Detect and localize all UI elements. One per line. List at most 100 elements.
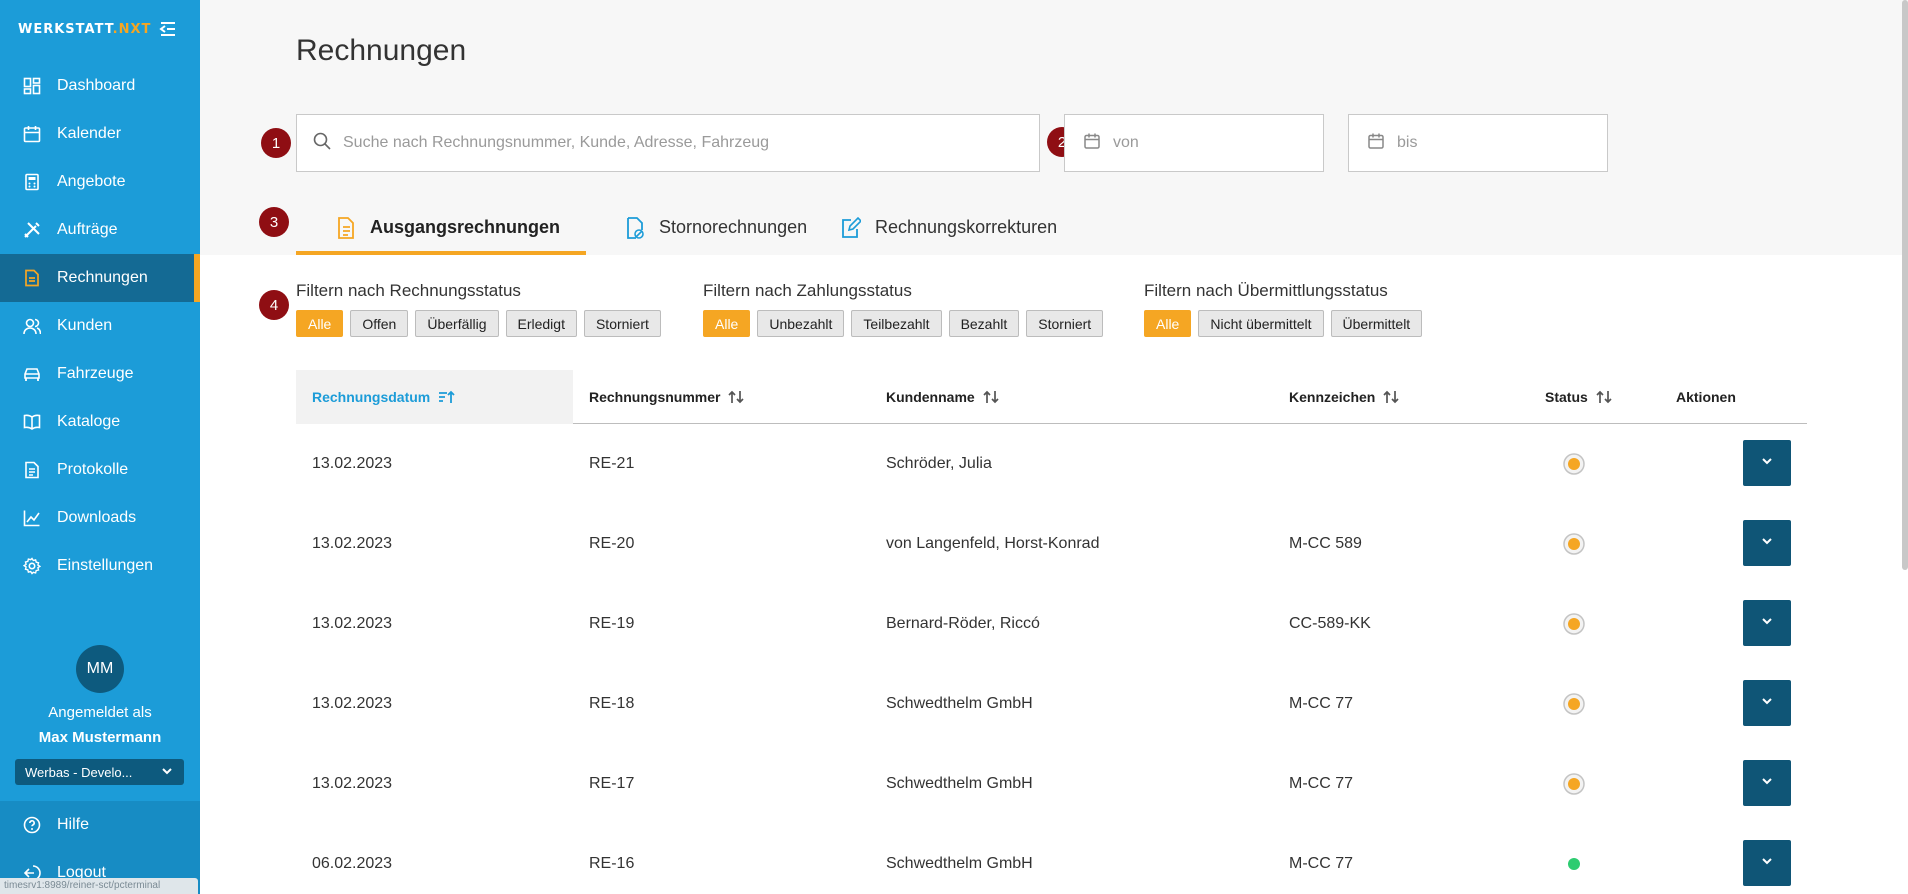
sidebar-item-downloads[interactable]: Downloads bbox=[0, 494, 200, 542]
filter-chip[interactable]: Erledigt bbox=[505, 310, 577, 337]
row-actions-button[interactable] bbox=[1743, 840, 1791, 886]
column-label: Kundenname bbox=[886, 389, 975, 405]
filter-chip[interactable]: Teilbezahlt bbox=[851, 310, 942, 337]
sidebar-item-rechnungen[interactable]: Rechnungen bbox=[0, 254, 200, 302]
invoice-table: Rechnungsdatum Rechnungsnummer Kundennam… bbox=[296, 370, 1807, 894]
cancel-invoice-icon bbox=[625, 216, 645, 239]
filter-chip[interactable]: Storniert bbox=[583, 310, 661, 337]
cell-date: 13.02.2023 bbox=[312, 775, 393, 792]
filter-chip[interactable]: Nicht übermittelt bbox=[1198, 310, 1324, 337]
filter-chip[interactable]: Übermittelt bbox=[1330, 310, 1423, 337]
cell-plate: CC-589-KK bbox=[1289, 615, 1371, 632]
row-actions-button[interactable] bbox=[1743, 680, 1791, 726]
cell-customer: Schröder, Julia bbox=[886, 455, 992, 472]
filter-chip[interactable]: Bezahlt bbox=[948, 310, 1020, 337]
chevron-down-icon bbox=[1761, 694, 1773, 712]
search-icon bbox=[313, 132, 331, 155]
sidebar-item-einstellungen[interactable]: Einstellungen bbox=[0, 542, 200, 590]
table-row[interactable]: 13.02.2023 RE-21 Schröder, Julia bbox=[296, 424, 1807, 504]
tab-rechnungskorrekturen[interactable]: Rechnungskorrekturen bbox=[841, 200, 1081, 255]
tab-stornorechnungen[interactable]: Stornorechnungen bbox=[586, 200, 841, 255]
table-row[interactable]: 13.02.2023 RE-19 Bernard-Röder, Riccó CC-58… bbox=[296, 584, 1807, 664]
sidebar-item-label: Kalender bbox=[57, 125, 122, 142]
sidebar-item-label: Kunden bbox=[57, 317, 113, 334]
column-header-kundenname[interactable]: Kundenname bbox=[886, 370, 999, 424]
sidebar-item-kalender[interactable]: Kalender bbox=[0, 110, 200, 158]
car-icon bbox=[22, 364, 42, 384]
date-to-field[interactable] bbox=[1348, 114, 1608, 172]
collapse-sidebar-icon[interactable] bbox=[156, 17, 180, 41]
sidebar-item-label: Kataloge bbox=[57, 413, 121, 430]
filter-chip[interactable]: Überfällig bbox=[415, 310, 499, 337]
cell-plate: M-CC 77 bbox=[1289, 695, 1354, 712]
brand-logo[interactable]: WERKSTATT.NXT bbox=[18, 18, 151, 40]
filter-chip[interactable]: Alle bbox=[296, 310, 344, 337]
cell-customer: von Langenfeld, Horst-Konrad bbox=[886, 535, 1100, 552]
filter-chip[interactable]: Unbezahlt bbox=[757, 310, 845, 337]
column-label: Rechnungsdatum bbox=[312, 389, 431, 405]
edit-invoice-icon bbox=[841, 216, 861, 239]
tab-label: Rechnungskorrekturen bbox=[875, 217, 1058, 237]
status-open-icon bbox=[1562, 664, 1586, 744]
sidebar-item-label: Fahrzeuge bbox=[57, 365, 134, 382]
filter-chip[interactable]: Offen bbox=[350, 310, 409, 337]
gear-icon bbox=[22, 556, 42, 576]
sidebar-item-kataloge[interactable]: Kataloge bbox=[0, 398, 200, 446]
cell-date: 06.02.2023 bbox=[312, 855, 393, 872]
sort-icon bbox=[1383, 390, 1399, 404]
sidebar-item-fahrzeuge[interactable]: Fahrzeuge bbox=[0, 350, 200, 398]
scrollbar[interactable] bbox=[1902, 0, 1908, 570]
row-actions-button[interactable] bbox=[1743, 440, 1791, 486]
cell-number: RE-19 bbox=[589, 615, 635, 632]
tenant-select[interactable]: Werbas - Develo... bbox=[15, 759, 184, 785]
date-from-input[interactable] bbox=[1113, 134, 1323, 152]
date-to-input[interactable] bbox=[1397, 134, 1607, 152]
step-badge-3: 3 bbox=[259, 207, 289, 237]
sidebar-item-dashboard[interactable]: Dashboard bbox=[0, 62, 200, 110]
step-badge-4: 4 bbox=[259, 290, 289, 320]
cell-number: RE-17 bbox=[589, 775, 635, 792]
column-header-rechnungsnummer[interactable]: Rechnungsnummer bbox=[589, 370, 745, 424]
sidebar-item-kunden[interactable]: Kunden bbox=[0, 302, 200, 350]
sidebar-item-label: Protokolle bbox=[57, 461, 129, 478]
column-header-status[interactable]: Status bbox=[1545, 370, 1612, 424]
sort-icon bbox=[983, 390, 999, 404]
filter-transmission-status: Filtern nach Übermittlungsstatus Alle Nic… bbox=[1144, 281, 1423, 337]
sidebar-item-help[interactable]: Hilfe bbox=[0, 801, 200, 849]
tab-ausgangsrechnungen[interactable]: Ausgangsrechnungen bbox=[296, 200, 586, 255]
table-body: 13.02.2023 RE-21 Schröder, Julia 13.02.2023… bbox=[296, 424, 1807, 894]
search-input[interactable] bbox=[343, 134, 1039, 152]
table-row[interactable]: 13.02.2023 RE-20 von Langenfeld, Horst-Kon… bbox=[296, 504, 1807, 584]
sidebar-item-protokolle[interactable]: Protokolle bbox=[0, 446, 200, 494]
filter-title: Filtern nach Rechnungsstatus bbox=[296, 281, 521, 300]
chevron-down-icon bbox=[1761, 534, 1773, 552]
column-header-rechnungsdatum[interactable]: Rechnungsdatum bbox=[296, 370, 573, 424]
date-from-field[interactable] bbox=[1064, 114, 1324, 172]
row-actions-button[interactable] bbox=[1743, 760, 1791, 806]
sidebar-item-auftraege[interactable]: Aufträge bbox=[0, 206, 200, 254]
filter-chip[interactable]: Alle bbox=[1144, 310, 1192, 337]
filter-chips: Alle Offen Überfällig Erledigt Storniert bbox=[296, 310, 661, 337]
cell-date: 13.02.2023 bbox=[312, 615, 393, 632]
row-actions-button[interactable] bbox=[1743, 600, 1791, 646]
cell-date: 13.02.2023 bbox=[312, 695, 393, 712]
filter-chip[interactable]: Storniert bbox=[1026, 310, 1104, 337]
chevron-down-icon bbox=[1761, 454, 1773, 472]
filter-chip[interactable]: Alle bbox=[703, 310, 751, 337]
brand-name: WERKSTATT bbox=[18, 21, 113, 37]
row-actions-button[interactable] bbox=[1743, 520, 1791, 566]
filter-payment-status: Filtern nach Zahlungsstatus Alle Unbezahl… bbox=[703, 281, 1104, 337]
tab-label: Stornorechnungen bbox=[659, 217, 808, 237]
calendar-icon bbox=[1083, 132, 1101, 155]
table-row[interactable]: 06.02.2023 RE-16 Schwedthelm GmbH M-CC 77 bbox=[296, 824, 1807, 894]
table-row[interactable]: 13.02.2023 RE-18 Schwedthelm GmbH M-CC 77 bbox=[296, 664, 1807, 744]
sidebar-item-angebote[interactable]: Angebote bbox=[0, 158, 200, 206]
sidebar-nav: Dashboard Kalender Angebote Aufträge Rechnun… bbox=[0, 62, 200, 590]
column-header-kennzeichen[interactable]: Kennzeichen bbox=[1289, 370, 1399, 424]
calendar-icon bbox=[1367, 132, 1385, 155]
avatar[interactable]: MM bbox=[76, 645, 124, 693]
search-field[interactable] bbox=[296, 114, 1040, 172]
table-row[interactable]: 13.02.2023 RE-17 Schwedthelm GmbH M-CC 77 bbox=[296, 744, 1807, 824]
cell-number: RE-21 bbox=[589, 455, 635, 472]
status-url: timesrv1:8989/reiner-sct/pcterminal bbox=[0, 878, 198, 894]
